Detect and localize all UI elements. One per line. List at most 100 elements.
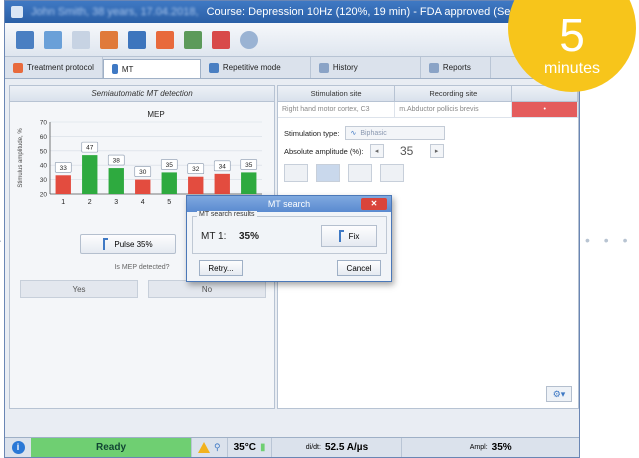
didt-value: 52.5 A/µs [324, 442, 369, 453]
bar [188, 176, 204, 194]
decrease-amplitude-button[interactable]: ◂ [369, 144, 384, 158]
x-tick-label: 3 [114, 199, 118, 206]
x-tick-label: 1 [61, 199, 65, 206]
bar-value-label: 47 [86, 145, 94, 152]
panel-header: Semiautomatic MT detection [10, 86, 274, 102]
export-icon[interactable] [153, 28, 177, 52]
coil-icon: ⚲ [214, 442, 221, 452]
paired-pulse-tool[interactable] [316, 164, 340, 182]
tab-mt[interactable]: MT [102, 59, 201, 78]
fix-label: Fix [348, 231, 360, 241]
ampl-value: 35% [491, 442, 512, 453]
site-grid-header: Stimulation site Recording site [278, 86, 578, 102]
mt-label: MT 1: [201, 231, 227, 242]
absolute-amplitude-field: Absolute amplitude (%): ◂ 35 ▸ [284, 144, 444, 158]
retry-button[interactable]: Retry... [199, 260, 243, 276]
stimulation-type-value: Biphasic [360, 129, 387, 137]
bar-value-label: 35 [166, 162, 174, 169]
cancel-button[interactable]: Cancel [337, 260, 381, 276]
tab-treatment-protocol[interactable]: Treatment protocol [5, 57, 103, 78]
window-title: Course: Depression 10Hz (120%, 19 min) -… [206, 6, 549, 18]
history-tab-icon [318, 62, 329, 73]
toolbar [5, 23, 579, 57]
table-icon[interactable] [181, 28, 205, 52]
pulse-button[interactable]: Pulse 35% [80, 234, 176, 254]
y-tick-label: 50 [40, 148, 48, 155]
stimulation-type-label: Stimulation type: [284, 128, 340, 138]
bar [55, 175, 71, 194]
tab-reports[interactable]: Reports [421, 57, 491, 78]
temperature-value: 35°C [233, 442, 256, 453]
amplitude-stepper: ◂ 35 ▸ [369, 144, 444, 158]
bar [82, 155, 98, 194]
y-tick-label: 30 [40, 177, 48, 184]
thermometer-icon: ▮ [259, 442, 266, 453]
tab-label: Reports [442, 63, 471, 72]
patient-card-icon[interactable] [13, 28, 37, 52]
absolute-amplitude-label: Absolute amplitude (%): [284, 146, 364, 156]
stimulation-type-field: Stimulation type: ∿ Biphasic [284, 126, 446, 140]
x-tick-label: 5 [167, 199, 171, 206]
title-bar: John Smith, 38 years, 17.04.2018, Course… [5, 1, 579, 23]
dialog-title-bar: MT search ✕ [187, 196, 391, 212]
col-stimulation-site[interactable]: Stimulation site [278, 86, 396, 102]
y-tick-label: 70 [40, 120, 48, 127]
badge-number: 5 [559, 9, 585, 61]
close-icon[interactable]: ✕ [361, 198, 387, 210]
tab-label: Repetitive mode [222, 63, 281, 72]
device-icon[interactable] [125, 28, 149, 52]
bar-value-label: 30 [139, 169, 147, 176]
reports-tab-icon [428, 62, 439, 73]
x-tick-label: 2 [88, 199, 92, 206]
ampl-label: Ampl: [469, 444, 488, 451]
status-bar: i Ready ⚲ 35°C ▮ di/dt: 52.5 A/µs Ampl: 35% [5, 437, 579, 457]
bar [108, 168, 124, 194]
fix-button[interactable]: Fix [321, 225, 377, 247]
bar-value-label: 34 [219, 163, 227, 170]
pulse-icon [338, 230, 344, 242]
y-tick-label: 60 [40, 134, 48, 141]
stimulation-type-select[interactable]: ∿ Biphasic [345, 126, 446, 140]
settings-gear-button[interactable]: ⚙▾ [546, 386, 572, 402]
y-axis-label: Stimulus amplitude, % [18, 128, 24, 188]
badge-unit: minutes [543, 60, 601, 77]
patient-info: John Smith, 38 years, 17.04.2018, [31, 6, 199, 18]
document-icon[interactable] [69, 28, 93, 52]
tab-repetitive-mode[interactable]: Repetitive mode [201, 57, 311, 78]
mt-value: 35% [239, 231, 260, 242]
didt-label: di/dt: [305, 444, 321, 451]
x-tick-label: 4 [141, 199, 145, 206]
app-icon [11, 6, 23, 18]
pulse-button-label: Pulse 35% [114, 239, 153, 249]
protocol-icon[interactable] [97, 28, 121, 52]
site-grid-row[interactable]: Right hand motor cortex, C3 m.Abductor p… [278, 102, 578, 118]
warning-cell: ⚲ [191, 438, 227, 457]
bar-value-label: 35 [245, 162, 253, 169]
tab-label: Treatment protocol [27, 63, 94, 72]
patients-icon[interactable] [41, 28, 65, 52]
increase-amplitude-button[interactable]: ▸ [429, 144, 444, 158]
tab-label: MT [121, 64, 134, 74]
mt-results-group: MT search results MT 1: 35% Fix [192, 211, 387, 254]
stimulation-site-cell: Right hand motor cortex, C3 [278, 102, 396, 118]
y-tick-label: 40 [40, 163, 48, 170]
help-icon[interactable] [237, 28, 261, 52]
coil-tools [284, 164, 404, 182]
tab-history[interactable]: History [311, 57, 421, 78]
yes-button[interactable]: Yes [20, 280, 138, 298]
left-ellipsis: · [0, 232, 3, 248]
col-recording-site[interactable]: Recording site [395, 86, 513, 102]
stop-tool[interactable] [380, 164, 404, 182]
bar-value-label: 33 [60, 165, 68, 172]
warning-icon[interactable] [198, 442, 210, 453]
pulse-icon [103, 238, 109, 250]
no-button[interactable]: No [148, 280, 266, 298]
info-icon[interactable]: i [5, 441, 31, 454]
delete-icon[interactable] [209, 28, 233, 52]
bar [241, 172, 257, 194]
repetitive-tab-icon [208, 62, 219, 73]
train-tool[interactable] [348, 164, 372, 182]
bar-value-label: 38 [113, 158, 121, 165]
tab-label: History [332, 63, 358, 72]
single-pulse-tool[interactable] [284, 164, 308, 182]
